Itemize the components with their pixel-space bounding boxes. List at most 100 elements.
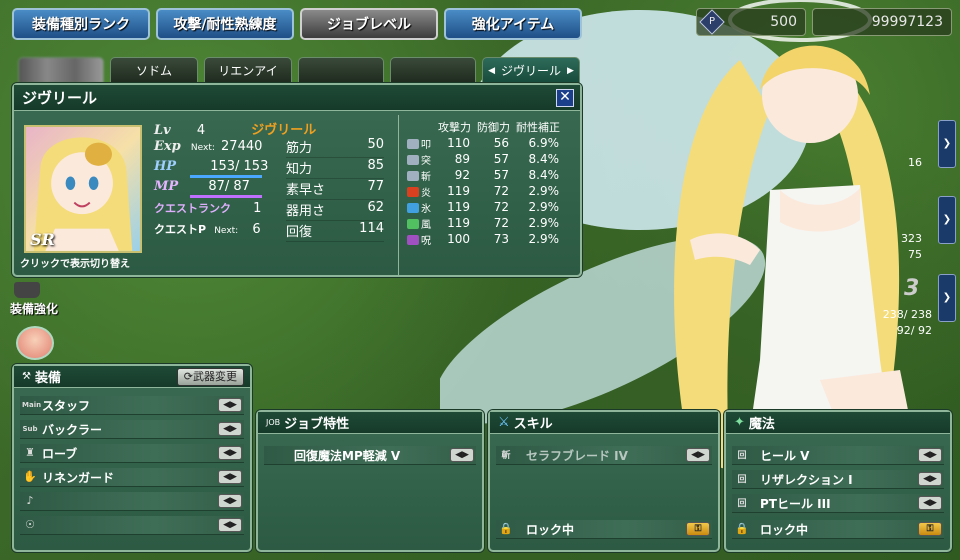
skill-locked-slot[interactable]: 🔒 ロック中 ⚿ — [496, 520, 712, 539]
staff-icon: Main — [22, 401, 42, 409]
close-button[interactable]: ✕ — [556, 89, 574, 107]
heal-icon: 回 — [737, 475, 747, 485]
equip-slot-main[interactable]: Main スタッフ ◀▶ — [20, 396, 244, 415]
char-tab-rienai[interactable]: リエンアイ — [204, 57, 292, 83]
key-icon[interactable]: ⚿ — [918, 522, 942, 536]
party-member-1[interactable]: 16 ❯ — [870, 116, 958, 186]
mp-row: MP 87/ 87 — [154, 179, 250, 194]
header-resist: 耐性補正 — [516, 121, 560, 134]
party-number: 3 — [904, 276, 920, 301]
robe-icon: ♜ — [25, 446, 35, 459]
equip-slot-sub[interactable]: Sub バックラー ◀▶ — [20, 420, 244, 439]
toggle-button[interactable]: ◀▶ — [218, 398, 242, 412]
heal-icon: 回 — [737, 451, 747, 461]
party-hp: 16 — [908, 156, 922, 169]
slash-icon: 斬 — [501, 451, 511, 461]
quest-p-row: クエストP Next: 6 — [154, 222, 261, 237]
toggle-button[interactable]: ◀▶ — [218, 518, 242, 532]
small-avatar[interactable] — [16, 326, 54, 360]
tab-arrow-right-icon: ▶ — [567, 65, 574, 76]
equip-slot-body[interactable]: ♜ ローブ ◀▶ — [20, 444, 244, 463]
magic-locked-slot[interactable]: 🔒 ロック中 ⚿ — [732, 520, 944, 539]
refresh-icon: ⟳ — [183, 370, 193, 383]
equip-slot-accessory-2[interactable]: ☉ ◀▶ — [20, 516, 244, 535]
resist-row: 叩 110 56 6.9% — [403, 135, 563, 151]
gold-value: 99997123 — [871, 14, 943, 30]
resist-row: 炎 119 72 2.9% — [403, 183, 563, 199]
toggle-button[interactable]: ◀▶ — [450, 448, 474, 462]
portrait[interactable]: SR — [24, 125, 142, 253]
char-tab-hidden[interactable] — [18, 57, 104, 83]
resist-row: 呪 100 73 2.9% — [403, 231, 563, 247]
stat-strength: 筋力 50 — [286, 137, 384, 158]
character-name: ジヴリール — [22, 89, 98, 107]
magic-header: ✦ 魔法 — [726, 412, 950, 434]
tab-equipment-rank[interactable]: 装備種別ランク — [12, 8, 150, 40]
toggle-button[interactable]: ◀▶ — [218, 470, 242, 484]
accessory-icon: ♪ — [26, 494, 34, 507]
enhance-label[interactable]: 装備強化 — [10, 300, 58, 317]
magic-panel: ✦ 魔法 回 ヒール V ◀▶ 回 リザレクション I ◀▶ 回 PTヒール I… — [724, 410, 952, 552]
lock-icon: 🔒 — [735, 522, 749, 535]
job-trait-item[interactable]: 回復魔法MP軽減 V ◀▶ — [264, 446, 476, 465]
toggle-button[interactable]: ◀▶ — [686, 448, 710, 462]
party-member-2[interactable]: 323 75 ❯ — [870, 192, 958, 264]
resist-row: 突 89 57 8.4% — [403, 151, 563, 167]
hp-bar — [190, 175, 262, 178]
tab-job-level[interactable]: ジョブレベル — [300, 8, 438, 40]
equip-slot-arm[interactable]: ✋ リネンガード ◀▶ — [20, 468, 244, 487]
hp-row: HP 153/ 153 — [154, 159, 269, 174]
party-mp: 92/ 92 — [896, 324, 932, 337]
toggle-button[interactable]: ◀▶ — [918, 472, 942, 486]
header-attack: 攻撃力 — [438, 121, 471, 134]
rarity-badge: SR — [30, 230, 55, 249]
resist-table: 攻撃力 防御力 耐性補正 叩 110 56 6.9% 突 89 57 8.4% 斬 92 57 8… — [398, 115, 578, 275]
char-tab-jibril[interactable]: ◀ ジヴリール ▶ — [482, 57, 580, 83]
status-header: ジヴリール — [14, 85, 580, 111]
magic-icon: ✦ — [734, 415, 745, 430]
toggle-button[interactable]: ◀▶ — [918, 496, 942, 510]
glove-icon: ✋ — [23, 470, 37, 483]
party-arrow-icon[interactable]: ❯ — [938, 274, 956, 322]
skill-icon: ⚔ — [498, 415, 510, 430]
char-tab-empty-1[interactable] — [298, 57, 384, 83]
toggle-button[interactable]: ◀▶ — [918, 448, 942, 462]
equip-slot-accessory-1[interactable]: ♪ ◀▶ — [20, 492, 244, 511]
heal-icon: 回 — [737, 499, 747, 509]
skill-item[interactable]: 斬 セラフブレード IV ◀▶ — [496, 446, 712, 465]
stat-recovery: 回復 114 — [286, 221, 384, 242]
shield-icon: Sub — [22, 425, 38, 433]
status-panel: ジヴリール ✕ SR クリックで表示切り替え Lv 4 ジヴリール Exp Ne… — [12, 83, 582, 277]
exp-row: Exp Next: 27440 — [154, 139, 263, 154]
tab-enhance-items[interactable]: 強化アイテム — [444, 8, 582, 40]
ring-icon: ☉ — [25, 518, 35, 531]
p-icon: P — [699, 9, 725, 35]
mp-bar — [190, 195, 262, 198]
toggle-button[interactable]: ◀▶ — [218, 446, 242, 460]
stat-intelligence: 知力 85 — [286, 158, 384, 179]
toggle-button[interactable]: ◀▶ — [218, 494, 242, 508]
quest-rank-row: クエストランク 1 — [154, 201, 262, 216]
magic-item-heal[interactable]: 回 ヒール V ◀▶ — [732, 446, 944, 465]
skill-panel: ⚔ スキル 斬 セラフブレード IV ◀▶ 🔒 ロック中 ⚿ — [488, 410, 720, 552]
equipment-panel: ⚒ 装備 ⟳武器変更 Main スタッフ ◀▶ Sub バックラー ◀▶ ♜ ロ… — [12, 364, 252, 552]
tab-attack-resist-proficiency[interactable]: 攻撃/耐性熟練度 — [156, 8, 294, 40]
change-weapon-button[interactable]: ⟳武器変更 — [176, 368, 244, 386]
toggle-button[interactable]: ◀▶ — [218, 422, 242, 436]
magic-item-resurrection[interactable]: 回 リザレクション I ◀▶ — [732, 470, 944, 489]
equipment-icon: ⚒ — [22, 371, 31, 382]
party-arrow-icon[interactable]: ❯ — [938, 196, 956, 244]
key-icon[interactable]: ⚿ — [686, 522, 710, 536]
party-hp: 238/ 238 — [882, 308, 932, 321]
portrait-caption[interactable]: クリックで表示切り替え — [20, 255, 130, 270]
party-member-3[interactable]: 3 238/ 238 92/ 92 ❯ — [870, 270, 958, 342]
party-hp: 323 — [901, 232, 922, 245]
lock-icon: 🔒 — [499, 522, 513, 535]
magic-item-pt-heal[interactable]: 回 PTヒール III ◀▶ — [732, 494, 944, 513]
stat-agility: 素早さ 77 — [286, 179, 384, 200]
char-tab-empty-2[interactable] — [390, 57, 476, 83]
party-arrow-icon[interactable]: ❯ — [938, 120, 956, 168]
resist-row: 斬 92 57 8.4% — [403, 167, 563, 183]
anvil-icon[interactable] — [14, 282, 40, 298]
char-tab-sodom[interactable]: ソドム — [110, 57, 198, 83]
